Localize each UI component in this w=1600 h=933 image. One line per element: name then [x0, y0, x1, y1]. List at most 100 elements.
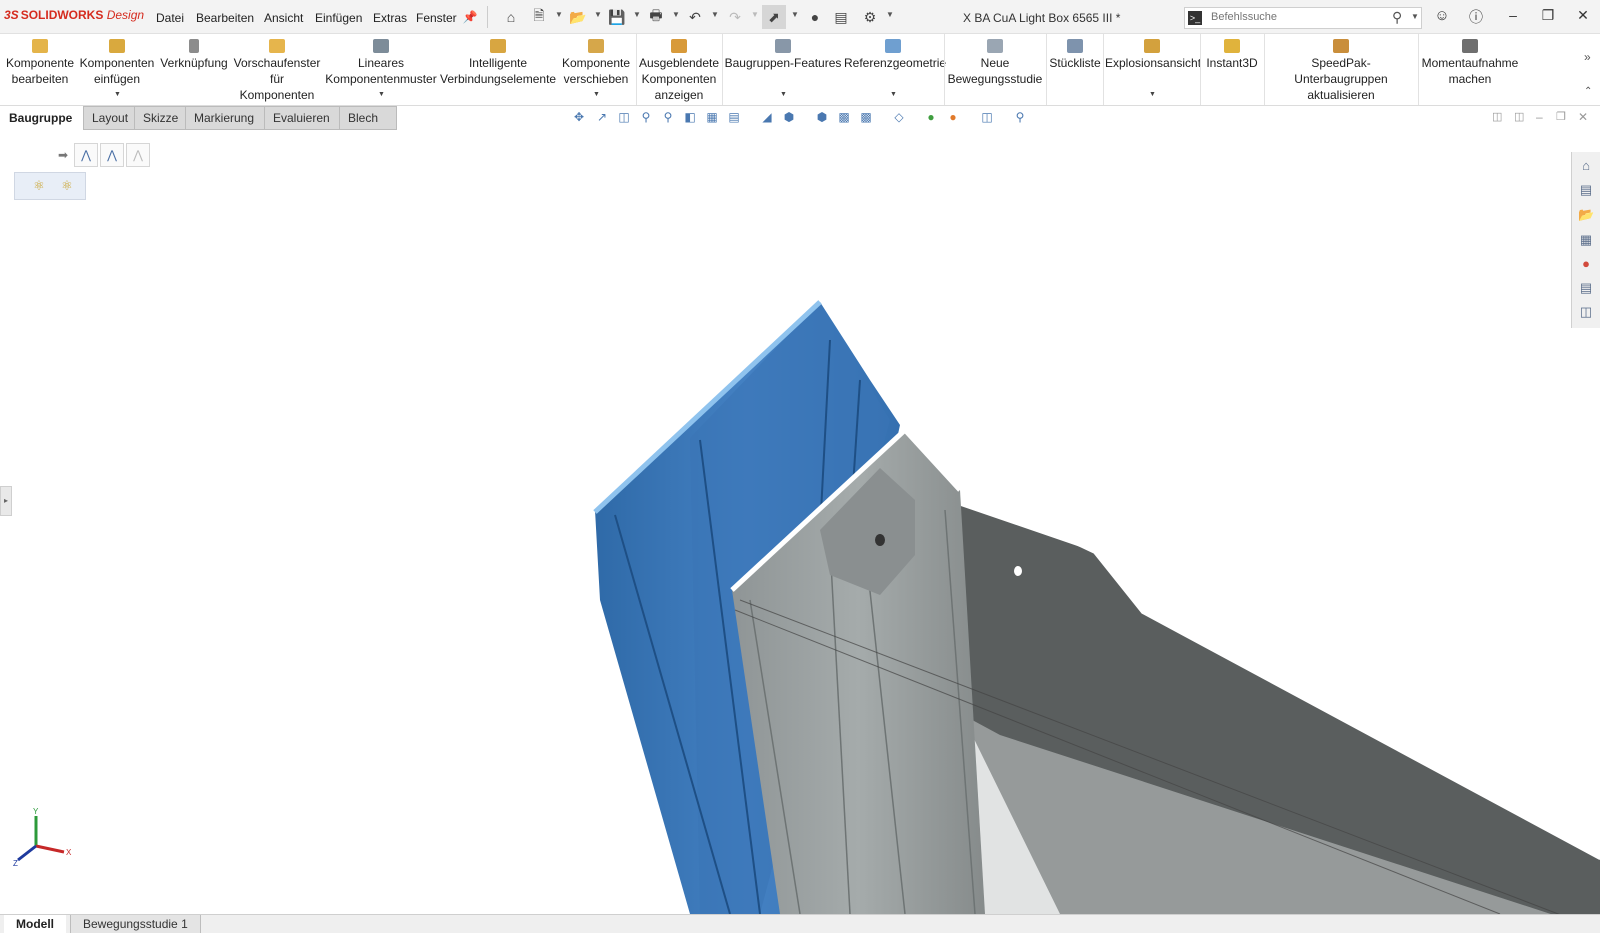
insert-components-button[interactable]: Komponenten einfügen ▼ [78, 34, 156, 105]
help-icon[interactable]: ⓘ [1466, 7, 1486, 27]
options-gear-icon[interactable]: ⚙ [861, 8, 879, 26]
minimize-icon[interactable]: – [1503, 7, 1523, 23]
custom-properties-icon[interactable]: ▤ [1578, 280, 1594, 296]
open-folder-icon[interactable]: 📂 [569, 8, 587, 26]
view-settings-icon[interactable]: ▩ [859, 110, 873, 124]
tab-layout[interactable]: Layout [83, 106, 135, 130]
mate-filter-icon[interactable]: ⋀ [74, 143, 98, 167]
forum-icon[interactable]: ◫ [1578, 304, 1594, 320]
select-arrow-icon[interactable]: ⬈ [762, 5, 786, 29]
solidworks-resources-icon[interactable]: ⌂ [1578, 158, 1594, 174]
new-dropdown-icon[interactable]: ▼ [555, 10, 563, 19]
part-icon[interactable]: ⚛ [59, 178, 75, 194]
save-icon[interactable]: 💾 [608, 8, 626, 26]
tile-right-icon[interactable]: ◫ [1514, 110, 1524, 123]
account-icon[interactable]: ☺ [1432, 7, 1452, 24]
take-snapshot-button[interactable]: Momentaufnahme machen [1420, 34, 1520, 105]
view-palette-icon[interactable]: ▤ [727, 110, 741, 124]
move-component-dropdown-icon[interactable]: ▼ [593, 87, 600, 103]
component-preview-button[interactable]: Vorschaufenster für Komponenten [232, 34, 322, 105]
display-style-icon[interactable]: ◢ [760, 110, 774, 124]
dynamic-annotation-icon[interactable]: ▦ [705, 110, 719, 124]
pin-icon[interactable]: 📌 [461, 8, 479, 26]
search-icon[interactable]: ⚲ [1392, 9, 1402, 26]
more-commands-icon[interactable]: » [1584, 50, 1591, 64]
feature-manager-handle[interactable]: ▸ [0, 486, 12, 516]
exploded-view-dropdown-icon[interactable]: ▼ [1149, 87, 1156, 103]
section-view-icon[interactable]: ◧ [683, 110, 697, 124]
render-tools-icon[interactable]: ⚲ [1013, 110, 1027, 124]
tab-skizze[interactable]: Skizze [134, 106, 186, 130]
tab-blech[interactable]: Blech [339, 106, 397, 130]
search-dropdown-icon[interactable]: ▼ [1411, 12, 1419, 21]
menu-einfuegen[interactable]: Einfügen [315, 11, 362, 25]
command-search[interactable]: >_ ⚲ ▼ [1184, 7, 1422, 29]
smart-fasteners-button[interactable]: Intelligente Verbindungselemente [440, 34, 556, 105]
tab-baugruppe[interactable]: Baugruppe [0, 106, 84, 130]
solidworks-logo[interactable]: 3S SOLIDWORKS Design [4, 8, 144, 22]
menu-ansicht[interactable]: Ansicht [264, 11, 303, 25]
tab-evaluieren[interactable]: Evaluieren [264, 106, 344, 130]
doc-restore-icon[interactable]: ❐ [1556, 110, 1566, 123]
breadcrumb-arrow-icon[interactable]: ➡ [58, 148, 68, 162]
tab-markierung[interactable]: Markierung [185, 106, 265, 130]
restore-icon[interactable]: ❐ [1538, 7, 1558, 24]
menu-bearbeiten[interactable]: Bearbeiten [196, 11, 254, 25]
assembly-icon[interactable]: ⚛ [31, 178, 47, 194]
previous-view-icon[interactable]: ◫ [617, 110, 631, 124]
mate-button[interactable]: Verknüpfung [158, 34, 230, 105]
apply-scene-icon[interactable]: ▩ [837, 110, 851, 124]
insert-components-dropdown-icon[interactable]: ▼ [114, 87, 121, 103]
tab-bewegungsstudie-1[interactable]: Bewegungsstudie 1 [70, 915, 201, 933]
select-dropdown-icon[interactable]: ▼ [791, 10, 799, 19]
options-dropdown-icon[interactable]: ▼ [886, 10, 894, 19]
zoom-selection-icon[interactable]: ⚲ [661, 110, 675, 124]
linear-pattern-dropdown-icon[interactable]: ▼ [378, 87, 385, 103]
realview-icon[interactable]: ◇ [892, 110, 906, 124]
instant3d-button[interactable]: Instant3D [1202, 34, 1262, 105]
print-dropdown-icon[interactable]: ▼ [672, 10, 680, 19]
view-orientation-icon[interactable]: ✥ [572, 110, 586, 124]
move-component-button[interactable]: Komponente verschieben ▼ [558, 34, 634, 105]
rebuild-icon[interactable]: ● [806, 8, 824, 26]
reference-geometry-dropdown-icon[interactable]: ▼ [890, 87, 897, 103]
redo-dropdown-icon[interactable]: ▼ [751, 10, 759, 19]
file-explorer-icon[interactable]: 📂 [1578, 207, 1594, 223]
graphics-area[interactable]: ➡ ⋀ ⋀ ⋀ ⚛ ⚛ ⌂ ▤ 📂 ▦ ● ▤ ◫ ▸ Y X Z [0, 130, 1600, 914]
menu-extras[interactable]: Extras [373, 11, 407, 25]
save-dropdown-icon[interactable]: ▼ [633, 10, 641, 19]
assembly-features-button[interactable]: Baugruppen-Features ▼ [724, 34, 842, 105]
undo-dropdown-icon[interactable]: ▼ [711, 10, 719, 19]
view-palette-icon[interactable]: ▦ [1578, 232, 1594, 248]
reference-geometry-button[interactable]: Referenzgeometrie ▼ [844, 34, 946, 105]
file-properties-icon[interactable]: ▤ [832, 8, 850, 26]
speedpak-button[interactable]: SpeedPak-Unterbaugruppen aktualisieren [1266, 34, 1416, 105]
edit-component-button[interactable]: Komponente bearbeiten [4, 34, 76, 105]
exploded-view-button[interactable]: Explosionsansicht ▼ [1105, 34, 1201, 105]
tab-modell[interactable]: Modell [4, 915, 66, 933]
linear-pattern-button[interactable]: Lineares Komponentenmuster ▼ [324, 34, 438, 105]
bom-button[interactable]: Stückliste [1048, 34, 1102, 105]
new-document-icon[interactable]: 🗎 [530, 7, 548, 26]
mate-filter-icon[interactable]: ⋀ [126, 143, 150, 167]
tile-left-icon[interactable]: ◫ [1492, 110, 1502, 123]
redo-icon[interactable]: ↷ [726, 8, 744, 26]
open-dropdown-icon[interactable]: ▼ [594, 10, 602, 19]
menu-fenster[interactable]: Fenster [416, 11, 457, 25]
zoom-area-icon[interactable]: ⚲ [639, 110, 653, 124]
hide-show-items-icon[interactable]: ⬢ [782, 110, 796, 124]
show-hidden-button[interactable]: Ausgeblendete Komponenten anzeigen [638, 34, 720, 105]
appearance-ball-icon[interactable]: ● [924, 110, 938, 124]
search-input[interactable] [1209, 10, 1383, 24]
doc-minimize-icon[interactable]: – [1536, 110, 1543, 124]
appearances-icon[interactable]: ● [1578, 256, 1594, 272]
doc-close-icon[interactable]: ✕ [1578, 110, 1588, 124]
print-icon[interactable]: 🖶 [647, 7, 665, 26]
assembly-features-dropdown-icon[interactable]: ▼ [780, 87, 787, 103]
undo-icon[interactable]: ↶ [686, 8, 704, 26]
collapse-ribbon-icon[interactable]: ⌃ [1584, 86, 1592, 97]
menu-datei[interactable]: Datei [156, 11, 184, 25]
home-icon[interactable]: ⌂ [502, 8, 520, 26]
zoom-to-fit-icon[interactable]: ↗ [595, 110, 609, 124]
design-library-icon[interactable]: ▤ [1578, 182, 1594, 198]
